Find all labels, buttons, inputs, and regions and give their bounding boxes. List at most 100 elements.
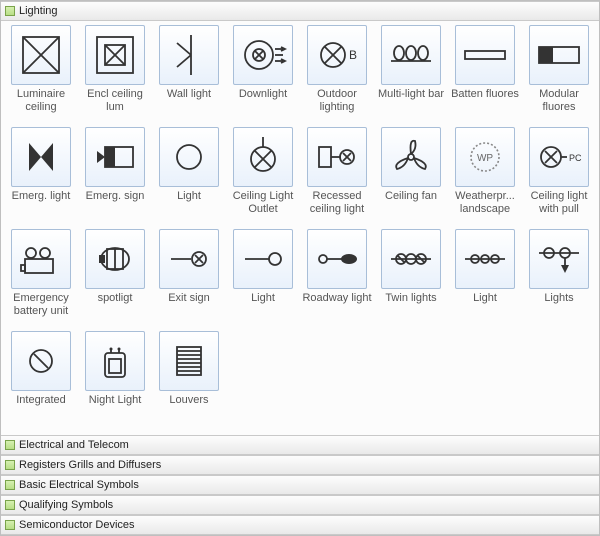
symbol-label: Emergency battery unit — [5, 292, 77, 317]
symbol-ceiling-fan[interactable]: Ceiling fan — [375, 127, 447, 227]
symbol-emergency-battery-unit[interactable]: Emergency battery unit — [5, 229, 77, 329]
symbol-wall-light[interactable]: Wall light — [153, 25, 225, 125]
outdoor-lighting-icon: B — [307, 25, 367, 85]
symbol-label: Emerg. sign — [86, 190, 145, 203]
symbol-label: Ceiling light with pull — [523, 190, 595, 215]
light-circle-icon — [159, 127, 219, 187]
section-title: Electrical and Telecom — [19, 439, 595, 451]
symbol-label: Night Light — [89, 394, 142, 407]
modular-fluores-icon — [529, 25, 589, 85]
encl-ceiling-lum-icon — [85, 25, 145, 85]
symbol-label: Luminaire ceiling — [5, 88, 77, 113]
emerg-light-icon — [11, 127, 71, 187]
symbol-ceiling-light-pull[interactable]: PC Ceiling light with pull — [523, 127, 595, 227]
spotlight-icon — [85, 229, 145, 289]
section-header-registers-grills[interactable]: Registers Grills and Diffusers — [1, 455, 599, 475]
symbol-outdoor-lighting[interactable]: B Outdoor lighting — [301, 25, 373, 125]
symbol-light-circle[interactable]: Light — [153, 127, 225, 227]
emergency-battery-unit-icon — [11, 229, 71, 289]
symbol-louvers[interactable]: Louvers — [153, 331, 225, 431]
expand-icon — [5, 6, 15, 16]
symbol-night-light[interactable]: Night Light — [79, 331, 151, 431]
roadway-light-icon — [307, 229, 367, 289]
wall-light-icon — [159, 25, 219, 85]
symbol-batten-fluores[interactable]: Batten fluores — [449, 25, 521, 125]
ceiling-fan-icon — [381, 127, 441, 187]
svg-text:WP: WP — [477, 153, 493, 164]
symbol-label: Emerg. light — [12, 190, 71, 203]
symbol-label: Twin lights — [385, 292, 436, 305]
symbol-roadway-light[interactable]: Roadway light — [301, 229, 373, 329]
light-stem-icon — [233, 229, 293, 289]
section-header-lighting[interactable]: Lighting — [1, 1, 599, 21]
expand-icon — [5, 500, 15, 510]
symbol-modular-fluores[interactable]: Modular fluores — [523, 25, 595, 125]
symbol-label: Integrated — [16, 394, 66, 407]
section-title: Qualifying Symbols — [19, 499, 595, 511]
expand-icon — [5, 440, 15, 450]
symbol-label: Outdoor lighting — [301, 88, 373, 113]
symbol-label: Recessed ceiling light — [301, 190, 373, 215]
symbol-exit-sign[interactable]: Exit sign — [153, 229, 225, 329]
symbol-label: Wall light — [167, 88, 211, 101]
symbol-label: Encl ceiling lum — [79, 88, 151, 113]
symbol-light-stem[interactable]: Light — [227, 229, 299, 329]
symbol-light-triple[interactable]: Light — [449, 229, 521, 329]
symbol-multi-light-bar[interactable]: Multi-light bar — [375, 25, 447, 125]
symbol-encl-ceiling-lum[interactable]: Encl ceiling lum — [79, 25, 151, 125]
symbol-emerg-sign[interactable]: Emerg. sign — [79, 127, 151, 227]
night-light-icon — [85, 331, 145, 391]
luminaire-ceiling-icon — [11, 25, 71, 85]
symbol-label: Exit sign — [168, 292, 210, 305]
section-header-qualifying-symbols[interactable]: Qualifying Symbols — [1, 495, 599, 515]
svg-text:PC: PC — [569, 153, 582, 163]
downlight-icon — [233, 25, 293, 85]
section-header-basic-electrical[interactable]: Basic Electrical Symbols — [1, 475, 599, 495]
batten-fluores-icon — [455, 25, 515, 85]
weatherproof-landscape-icon: WP — [455, 127, 515, 187]
symbol-label: Batten fluores — [451, 88, 519, 101]
symbol-label: Light — [473, 292, 497, 305]
ceiling-light-pull-icon: PC — [529, 127, 589, 187]
svg-text:B: B — [349, 48, 357, 62]
twin-lights-icon — [381, 229, 441, 289]
symbol-lights-arrow[interactable]: Lights — [523, 229, 595, 329]
light-triple-icon — [455, 229, 515, 289]
section-title: Basic Electrical Symbols — [19, 479, 595, 491]
expand-icon — [5, 460, 15, 470]
symbol-weatherproof-landscape[interactable]: WP Weatherpr... landscape — [449, 127, 521, 227]
symbol-label: Downlight — [239, 88, 287, 101]
louvers-icon — [159, 331, 219, 391]
symbol-spotlight[interactable]: spotligt — [79, 229, 151, 329]
symbol-integrated[interactable]: Integrated — [5, 331, 77, 431]
symbol-emerg-light[interactable]: Emerg. light — [5, 127, 77, 227]
symbol-label: Lights — [544, 292, 573, 305]
exit-sign-icon — [159, 229, 219, 289]
expand-icon — [5, 520, 15, 530]
section-header-semiconductor[interactable]: Semiconductor Devices — [1, 515, 599, 535]
symbol-label: Weatherpr... landscape — [449, 190, 521, 215]
symbol-label: Modular fluores — [523, 88, 595, 113]
integrated-icon — [11, 331, 71, 391]
section-title: Registers Grills and Diffusers — [19, 459, 595, 471]
symbol-label: Ceiling Light Outlet — [227, 190, 299, 215]
symbol-twin-lights[interactable]: Twin lights — [375, 229, 447, 329]
emerg-sign-icon — [85, 127, 145, 187]
symbol-grid: Luminaire ceilingEncl ceiling lum Wall li… — [1, 21, 599, 435]
symbol-label: spotligt — [98, 292, 133, 305]
symbol-label: Louvers — [169, 394, 208, 407]
symbol-label: Roadway light — [302, 292, 371, 305]
symbol-label: Multi-light bar — [378, 88, 444, 101]
ceiling-light-outlet-icon — [233, 127, 293, 187]
symbol-ceiling-light-outlet[interactable]: Ceiling Light Outlet — [227, 127, 299, 227]
symbol-label: Light — [177, 190, 201, 203]
stencil-panel: Lighting Luminaire ceilingEncl ceiling l… — [0, 0, 600, 536]
multi-light-bar-icon — [381, 25, 441, 85]
symbol-luminaire-ceiling[interactable]: Luminaire ceiling — [5, 25, 77, 125]
symbol-downlight[interactable]: Downlight — [227, 25, 299, 125]
section-header-electrical-telecom[interactable]: Electrical and Telecom — [1, 435, 599, 455]
expand-icon — [5, 480, 15, 490]
symbol-label: Ceiling fan — [385, 190, 437, 203]
symbol-recessed-ceiling-light[interactable]: Recessed ceiling light — [301, 127, 373, 227]
lights-arrow-icon — [529, 229, 589, 289]
